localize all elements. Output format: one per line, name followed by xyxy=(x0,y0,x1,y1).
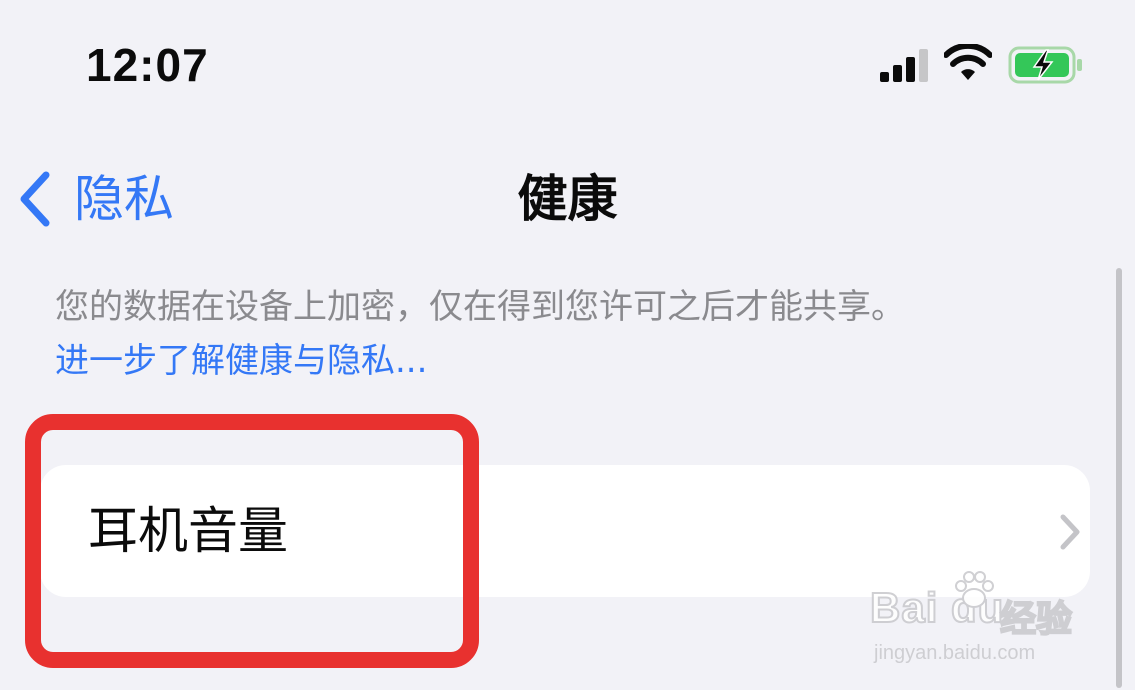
cellular-signal-icon xyxy=(880,49,928,82)
list-item-label: 耳机音量 xyxy=(88,502,288,560)
chevron-right-icon xyxy=(1060,514,1080,550)
navigation-bar: 隐私 健康 xyxy=(0,150,1135,250)
baidu-watermark: Bai du 经验 jingyan.baidu.com xyxy=(869,570,1090,680)
watermark-url: jingyan.baidu.com xyxy=(874,642,1036,664)
status-bar: 12:07 xyxy=(0,0,1135,130)
wifi-icon xyxy=(944,44,992,80)
page-title: 健康 xyxy=(517,170,618,228)
info-description: 您的数据在设备上加密，仅在得到您许可之后才能共享。 xyxy=(55,287,905,327)
info-section: 您的数据在设备上加密，仅在得到您许可之后才能共享。 进一步了解健康与隐私... xyxy=(55,280,1105,388)
scroll-indicator[interactable] xyxy=(1116,268,1122,688)
status-time: 12:07 xyxy=(86,39,209,91)
baidu-paw-icon xyxy=(955,571,994,608)
learn-more-link[interactable]: 进一步了解健康与隐私... xyxy=(55,334,1105,388)
battery-charging-icon xyxy=(1008,46,1082,84)
watermark-jingyan: 经验 xyxy=(999,598,1073,641)
